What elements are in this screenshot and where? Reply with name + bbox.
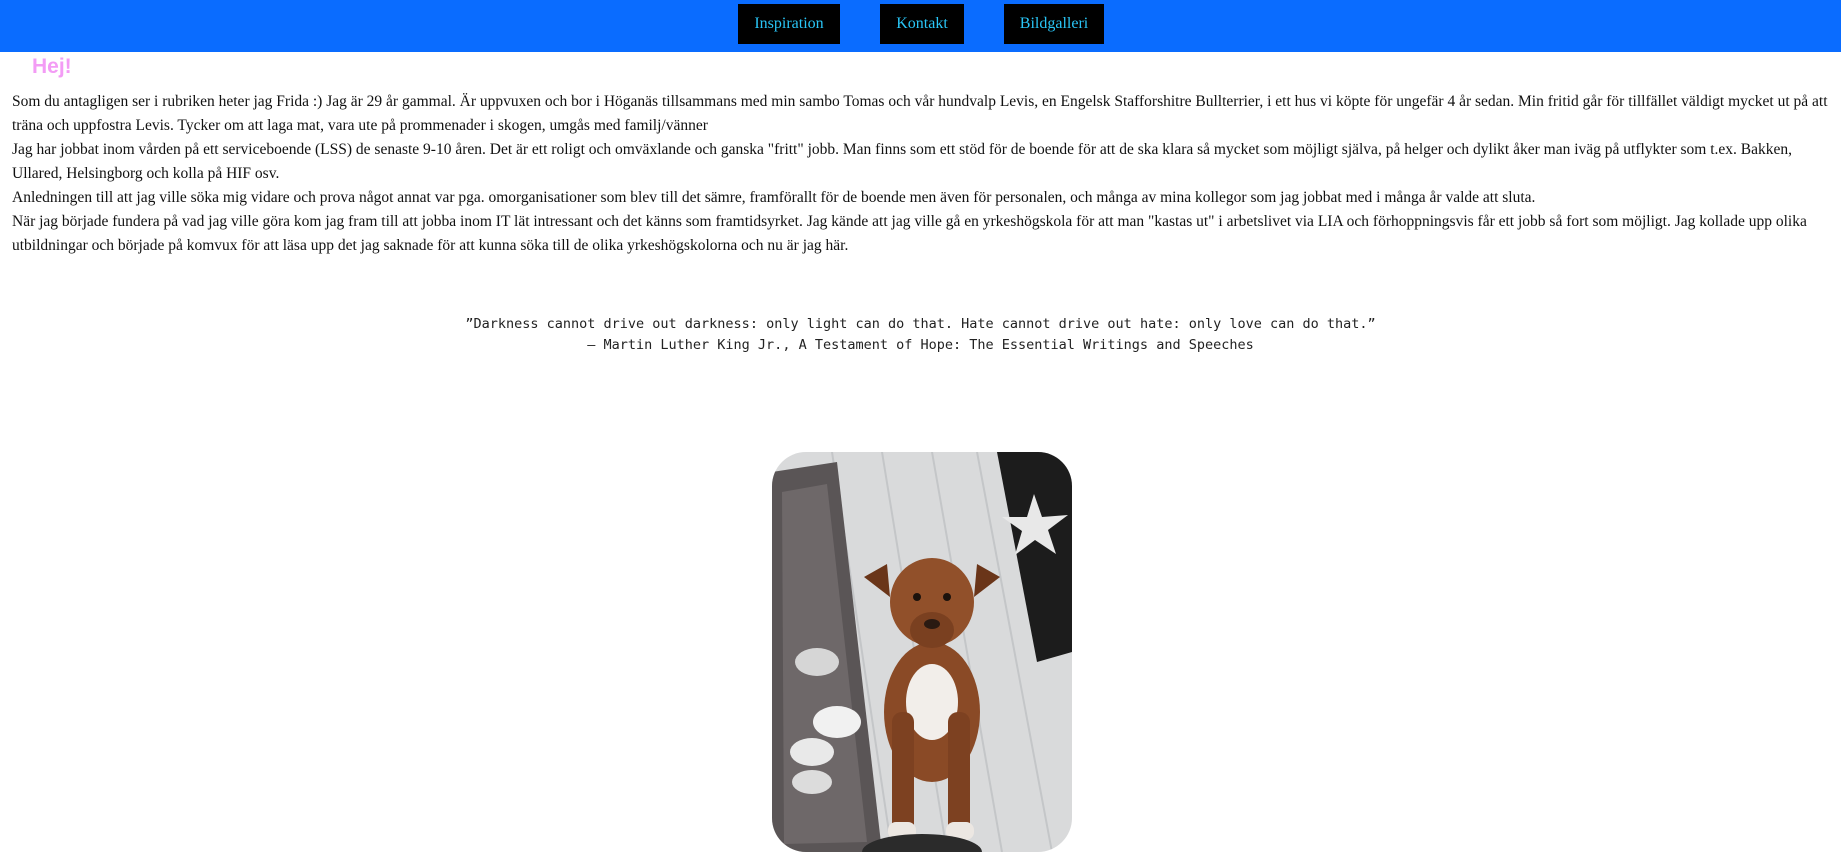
main-nav: Inspiration Kontakt Bildgalleri xyxy=(0,4,1841,44)
dog-photo-image xyxy=(772,452,1072,852)
page-heading: Hej! xyxy=(32,55,72,78)
nav-link-kontakt[interactable]: Kontakt xyxy=(880,4,964,44)
intro-paragraph-about: Som du antagligen ser i rubriken heter j… xyxy=(12,93,1828,134)
quote-text: ”Darkness cannot drive out darkness: onl… xyxy=(465,316,1376,332)
quote-attribution: ― Martin Luther King Jr., A Testament of… xyxy=(587,337,1254,353)
nav-link-bildgalleri[interactable]: Bildgalleri xyxy=(1004,4,1104,44)
intro-paragraph-education: När jag började fundera på vad jag ville… xyxy=(12,213,1807,254)
intro-text: Som du antagligen ser i rubriken heter j… xyxy=(12,90,1832,258)
nav-link-inspiration[interactable]: Inspiration xyxy=(738,4,840,44)
quote-block: ”Darkness cannot drive out darkness: onl… xyxy=(0,314,1841,356)
intro-paragraph-work: Jag har jobbat inom vården på ett servic… xyxy=(12,141,1793,182)
top-navigation-bar: Inspiration Kontakt Bildgalleri xyxy=(0,0,1841,52)
intro-paragraph-reason: Anledningen till att jag ville söka mig … xyxy=(12,189,1536,206)
dog-photo xyxy=(772,452,1072,852)
